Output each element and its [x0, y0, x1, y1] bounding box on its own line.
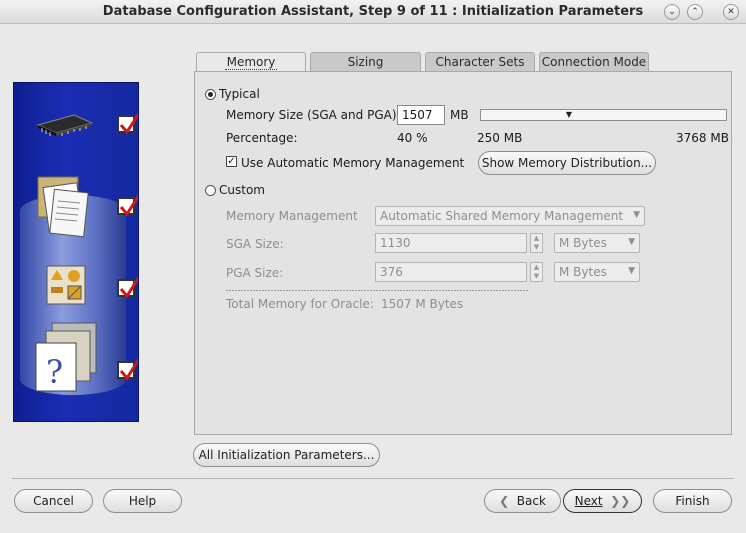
memory-size-unit: MB: [450, 108, 469, 122]
step-complete-check: [117, 276, 138, 299]
pga-size-input[interactable]: 376: [375, 262, 527, 282]
chevron-up-icon: ⌃: [691, 7, 699, 17]
step-complete-check: [117, 194, 138, 217]
sga-unit-select[interactable]: M Bytes ▼: [554, 233, 640, 253]
percentage-value: 40 %: [397, 131, 428, 145]
pga-unit-select[interactable]: M Bytes ▼: [554, 262, 640, 282]
back-button[interactable]: ❮ Back: [484, 489, 561, 513]
memory-size-label: Memory Size (SGA and PGA):: [226, 108, 401, 122]
minimize-button[interactable]: ⌄: [664, 4, 680, 20]
chevron-down-icon: ▼: [633, 210, 640, 220]
select-value: M Bytes: [559, 236, 607, 250]
memory-size-input[interactable]: 1507: [397, 105, 445, 125]
spin-down-icon: ▼: [533, 272, 540, 280]
spin-down-icon: ▼: [533, 243, 540, 251]
next-button[interactable]: Next ❯❯: [563, 489, 642, 513]
sga-spinner[interactable]: ▲ ▼: [530, 233, 543, 253]
checkmark-icon: [119, 276, 138, 299]
typical-radio[interactable]: [205, 89, 216, 100]
tab-label: Character Sets: [435, 55, 525, 69]
documents-folder-icon: [37, 176, 89, 238]
memory-slider[interactable]: ▼: [480, 109, 727, 121]
chevron-down-icon: ▼: [628, 237, 635, 247]
divider: [226, 290, 528, 291]
pga-size-label: PGA Size:: [226, 266, 284, 280]
total-memory-value: 1507 M Bytes: [381, 297, 464, 311]
help-button[interactable]: Help: [103, 489, 182, 513]
help-document-icon: ?: [35, 322, 97, 392]
use-amm-label: Use Automatic Memory Management: [241, 156, 465, 170]
tab-connection-mode[interactable]: Connection Mode: [539, 52, 649, 72]
tab-label: Sizing: [347, 55, 384, 69]
sga-size-label: SGA Size:: [226, 237, 284, 251]
typical-label: Typical: [219, 87, 260, 101]
chevron-left-icon: ❮: [499, 494, 510, 508]
cancel-button[interactable]: Cancel: [14, 489, 93, 513]
finish-button[interactable]: Finish: [653, 489, 732, 513]
back-label: Back: [516, 494, 546, 508]
next-label: Next: [574, 494, 603, 508]
svg-text:?: ?: [46, 353, 63, 391]
close-icon: ✕: [727, 7, 735, 17]
select-value: M Bytes: [559, 265, 607, 279]
percentage-label: Percentage:: [226, 131, 298, 145]
step-complete-check: [117, 358, 138, 381]
select-value: Automatic Shared Memory Management: [380, 209, 624, 223]
window-title: Database Configuration Assistant, Step 9…: [102, 4, 644, 19]
tab-character-sets[interactable]: Character Sets: [425, 52, 535, 72]
slider-min-label: 250 MB: [477, 131, 523, 145]
total-memory-label: Total Memory for Oracle:: [226, 297, 374, 311]
tab-memory[interactable]: Memory: [196, 52, 306, 73]
memory-chip-icon: [36, 114, 94, 136]
maximize-button[interactable]: ⌃: [687, 4, 703, 20]
pga-spinner[interactable]: ▲ ▼: [530, 262, 543, 282]
slider-thumb[interactable]: ▼: [562, 111, 576, 119]
wizard-illustration: ?: [13, 82, 139, 422]
tab-label: Memory: [224, 55, 278, 70]
all-initialization-parameters-button[interactable]: All Initialization Parameters...: [193, 443, 380, 467]
close-button[interactable]: ✕: [723, 4, 739, 20]
tab-label: Connection Mode: [541, 55, 647, 69]
spin-up-icon: ▲: [533, 234, 540, 242]
sga-size-input[interactable]: 1130: [375, 233, 527, 253]
memory-management-label: Memory Management: [226, 209, 358, 223]
checkmark-icon: [119, 358, 138, 381]
tab-sizing[interactable]: Sizing: [310, 52, 421, 72]
step-complete-check: [117, 112, 138, 135]
slider-max-label: 3768 MB: [676, 131, 729, 145]
chevron-down-icon: ▼: [628, 266, 635, 276]
spin-up-icon: ▲: [533, 263, 540, 271]
checkbox-check-icon: ✓: [227, 156, 236, 167]
title-bar: Database Configuration Assistant, Step 9…: [0, 0, 746, 24]
shapes-box-icon: [46, 265, 86, 305]
show-memory-distribution-button[interactable]: Show Memory Distribution...: [478, 151, 656, 175]
memory-management-select[interactable]: Automatic Shared Memory Management ▼: [375, 206, 645, 226]
custom-label: Custom: [219, 183, 265, 197]
checkmark-icon: [119, 194, 138, 217]
chevron-down-icon: ⌄: [668, 7, 676, 17]
checkmark-icon: [119, 112, 138, 135]
chevron-right-icon: ❯❯: [610, 494, 631, 508]
footer-divider: [12, 478, 734, 479]
use-amm-checkbox[interactable]: ✓: [226, 156, 237, 167]
custom-radio[interactable]: [205, 185, 216, 196]
memory-tab-panel: [194, 71, 732, 435]
